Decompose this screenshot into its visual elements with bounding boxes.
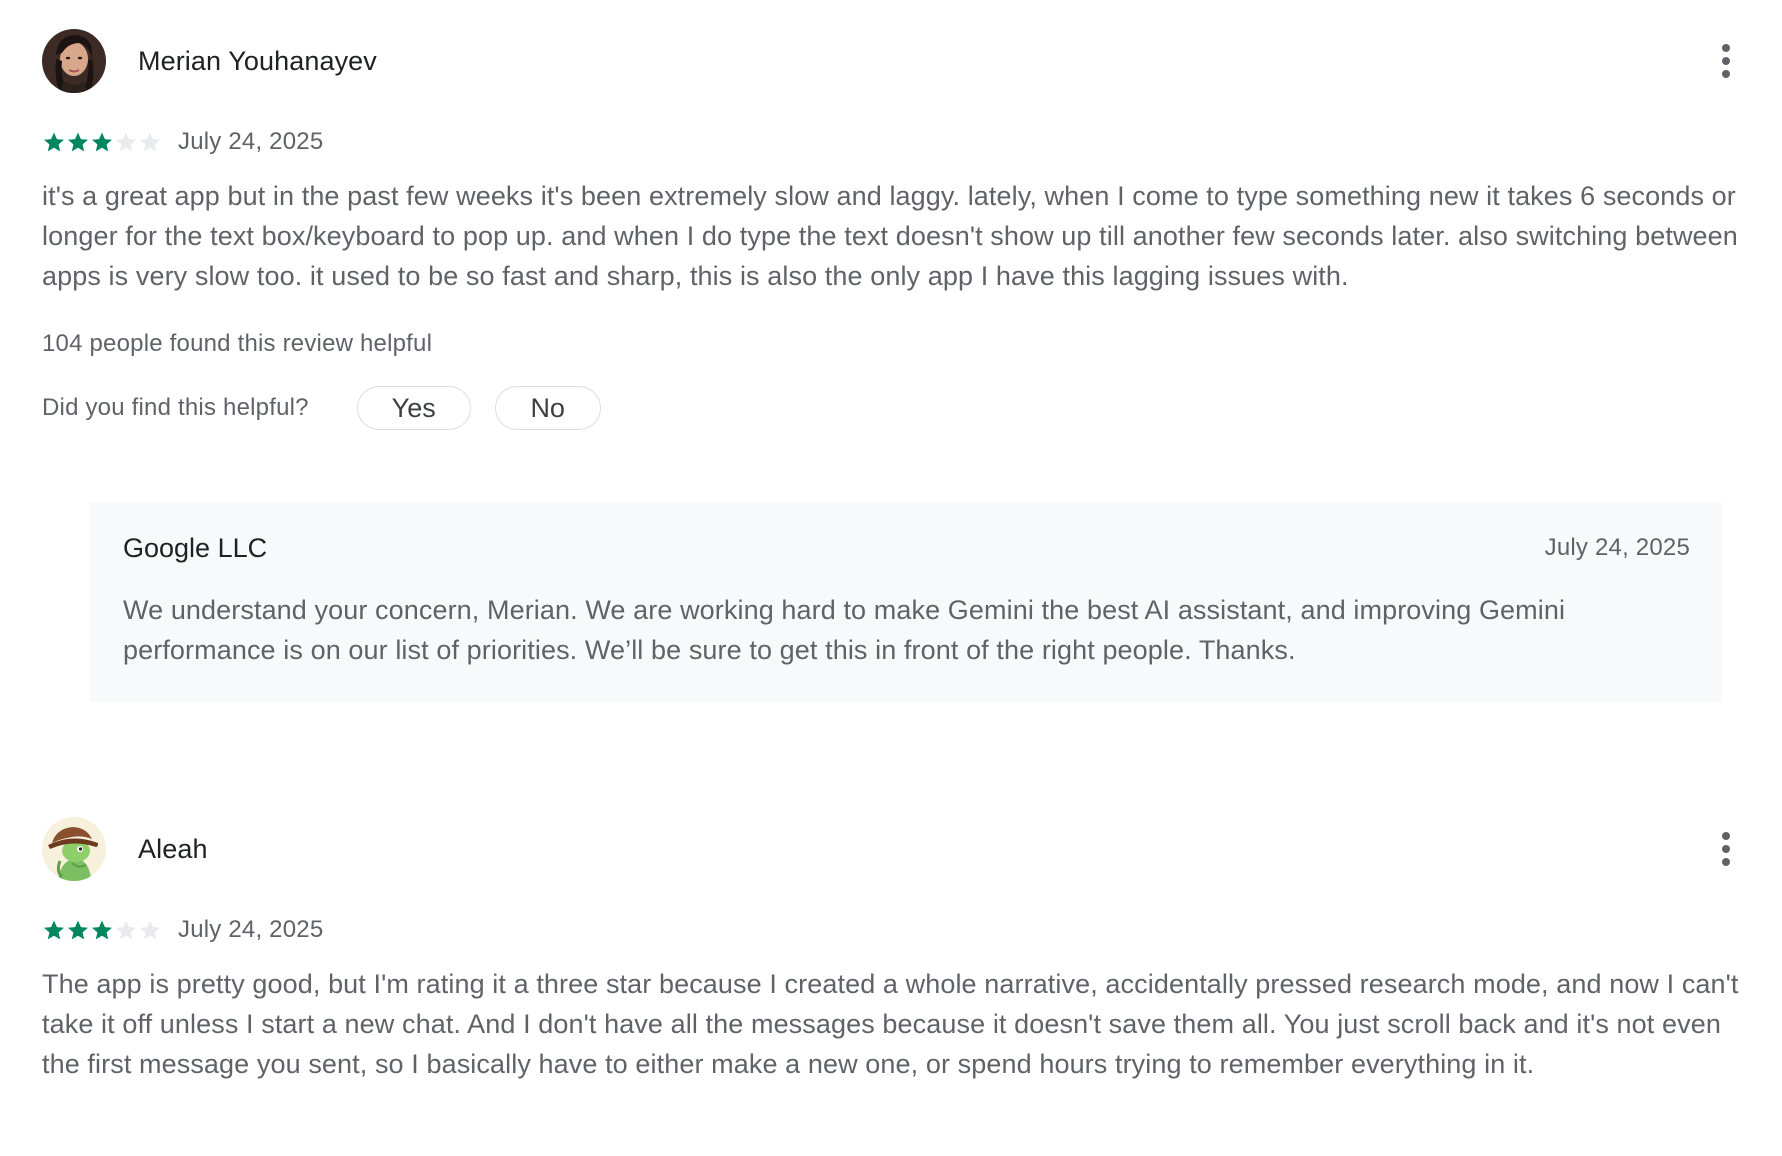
more-vert-icon <box>1722 44 1730 78</box>
rating-row: July 24, 2025 <box>42 126 1754 158</box>
star-icon <box>90 130 114 154</box>
star-icon <box>42 918 66 942</box>
developer-reply-text: We understand your concern, Merian. We a… <box>123 595 1566 665</box>
review-card: Aleah July 24, 2025 The app is pretty go… <box>42 816 1754 1084</box>
developer-reply-header: Google LLC July 24, 2025 <box>123 528 1690 568</box>
star-rating <box>42 918 162 942</box>
more-options-button[interactable] <box>1698 28 1754 94</box>
star-icon <box>42 130 66 154</box>
star-icon <box>90 918 114 942</box>
helpful-question: Did you find this helpful? <box>42 394 309 421</box>
developer-reply-date: July 24, 2025 <box>1544 534 1690 561</box>
star-icon <box>138 130 162 154</box>
review-header: Aleah <box>42 816 1754 882</box>
review-date: July 24, 2025 <box>178 128 324 155</box>
avatar[interactable] <box>42 29 106 93</box>
author-name: Aleah <box>138 833 208 864</box>
more-vert-icon <box>1722 832 1730 866</box>
author-name: Merian Youhanayev <box>138 45 377 76</box>
star-icon <box>66 130 90 154</box>
helpful-yes-button[interactable]: Yes <box>356 386 471 430</box>
helpful-prompt: Did you find this helpful? Yes No <box>42 386 1754 430</box>
review-header: Merian Youhanayev <box>42 28 1754 94</box>
star-icon <box>114 130 138 154</box>
more-options-button[interactable] <box>1698 816 1754 882</box>
star-icon <box>114 918 138 942</box>
avatar[interactable] <box>42 817 106 881</box>
star-icon <box>138 918 162 942</box>
review-date: July 24, 2025 <box>178 916 324 943</box>
rating-row: July 24, 2025 <box>42 914 1754 946</box>
developer-reply: Google LLC July 24, 2025 We understand y… <box>90 502 1722 702</box>
developer-name: Google LLC <box>123 532 268 563</box>
star-icon <box>66 918 90 942</box>
review-text: The app is pretty good, but I'm rating i… <box>42 969 1739 1079</box>
review-card: Merian Youhanayev July 24, 2025 it's a g… <box>42 28 1754 430</box>
helpful-count: 104 people found this review helpful <box>42 330 433 357</box>
review-text: it's a great app but in the past few wee… <box>42 181 1738 291</box>
helpful-no-button[interactable]: No <box>494 386 601 430</box>
star-rating <box>42 130 162 154</box>
